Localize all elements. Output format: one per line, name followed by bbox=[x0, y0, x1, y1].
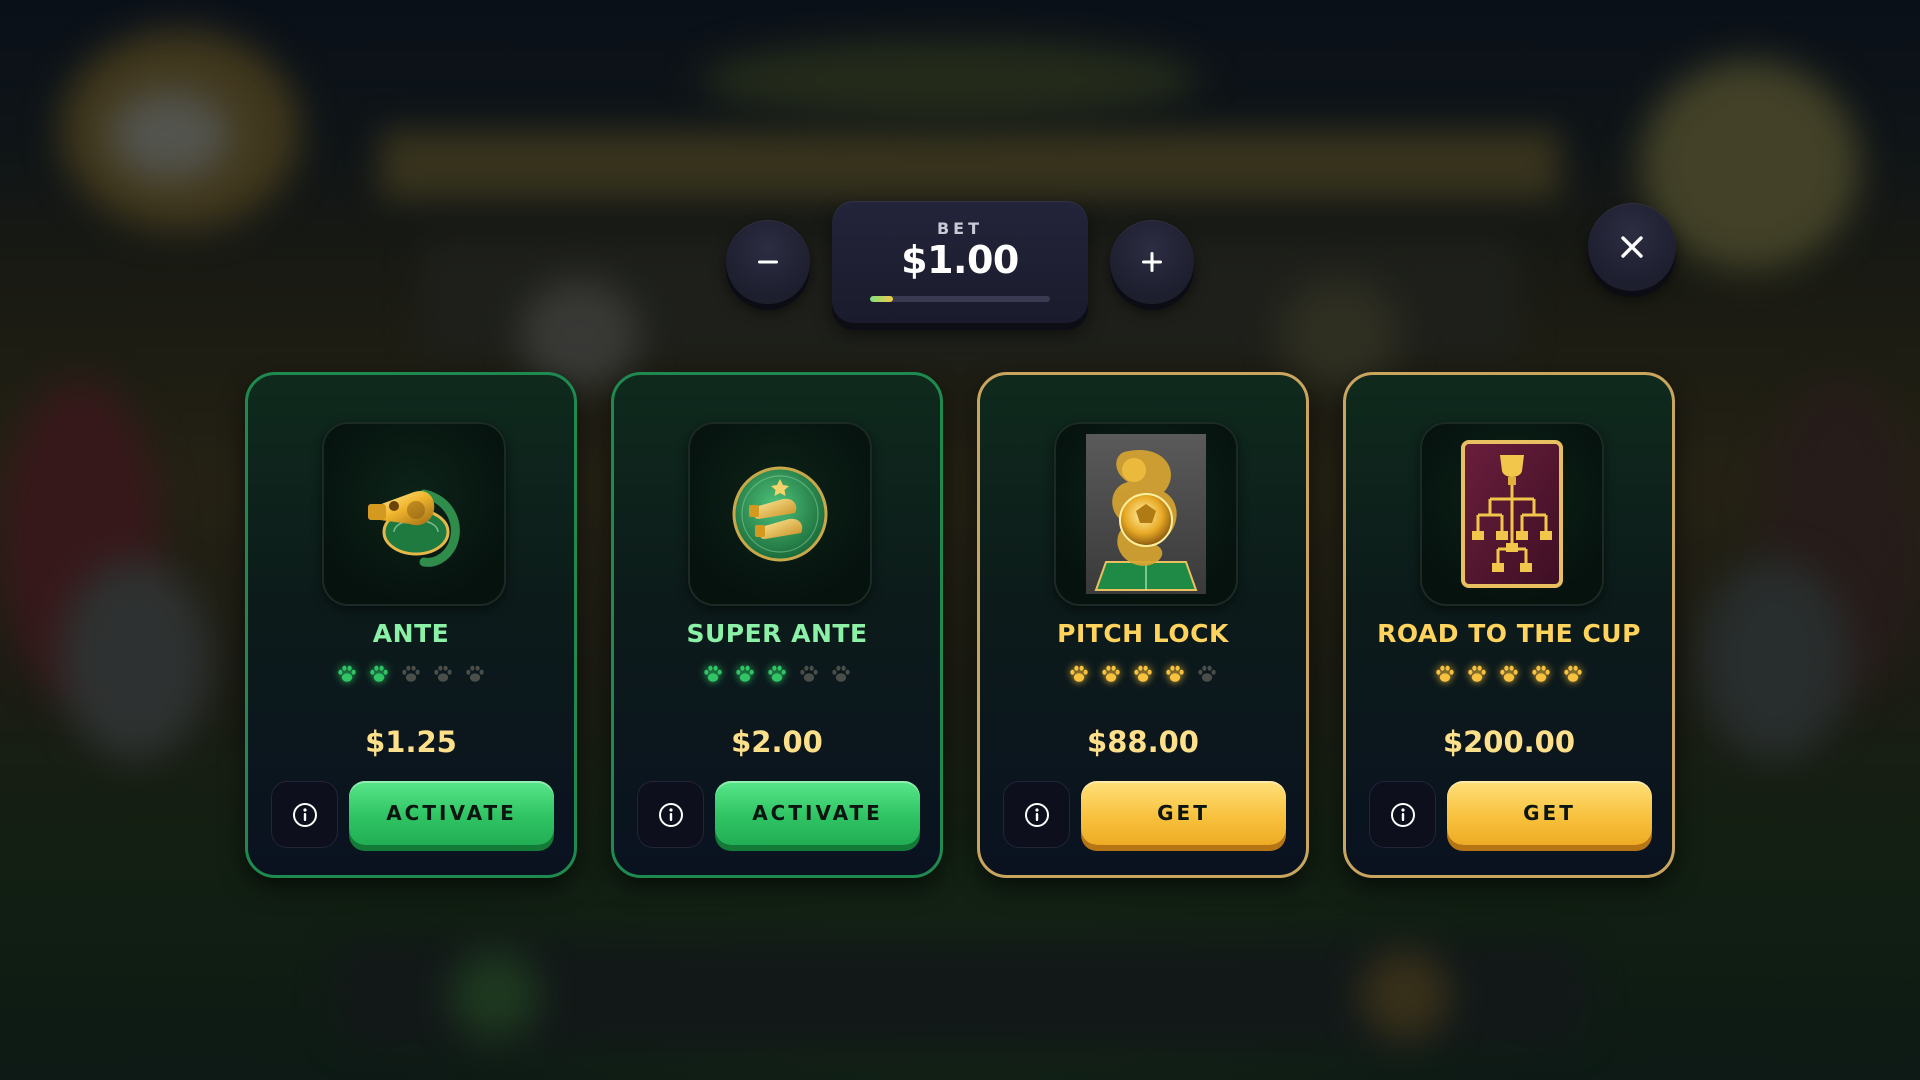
feature-card-road-to-the-cup: ROAD TO THE CUP $200.00 GET bbox=[1343, 372, 1675, 878]
close-button[interactable] bbox=[1588, 203, 1676, 291]
feature-title: ROAD TO THE CUP bbox=[1377, 619, 1641, 648]
feature-price: $200.00 bbox=[1442, 725, 1576, 759]
plus-icon bbox=[1142, 252, 1162, 272]
feature-title: ANTE bbox=[372, 619, 450, 648]
feature-card-ante: ANTE $1.25 ACTIVATE bbox=[245, 372, 577, 878]
paw-filled-icon bbox=[1564, 665, 1582, 682]
feature-image-frame bbox=[1054, 422, 1238, 606]
paw-filled-icon bbox=[1134, 665, 1152, 682]
paw-filled-icon bbox=[1102, 665, 1120, 682]
paw-filled-icon bbox=[736, 665, 754, 682]
paw-filled-icon bbox=[338, 665, 356, 682]
paw-empty-icon bbox=[800, 665, 818, 682]
activate-button[interactable]: ACTIVATE bbox=[715, 781, 920, 845]
feature-title: PITCH LOCK bbox=[1057, 619, 1229, 648]
bet-level-bar bbox=[870, 296, 1050, 302]
feature-card-super-ante: SUPER ANTE $2.00 ACTIVATE bbox=[611, 372, 943, 878]
feature-rating bbox=[248, 664, 574, 684]
paw-filled-icon bbox=[1070, 665, 1088, 682]
feature-image-frame bbox=[322, 422, 506, 606]
paw-empty-icon bbox=[402, 665, 420, 682]
info-icon bbox=[292, 802, 317, 827]
paw-empty-icon bbox=[434, 665, 452, 682]
paw-filled-icon bbox=[768, 665, 786, 682]
info-icon bbox=[658, 802, 683, 827]
paw-empty-icon bbox=[1198, 665, 1216, 682]
trophy-bracket-card-icon bbox=[1461, 440, 1563, 588]
close-icon bbox=[1621, 236, 1643, 258]
feature-price: $88.00 bbox=[1087, 725, 1199, 759]
feature-info-button[interactable] bbox=[1369, 781, 1436, 848]
feature-title: SUPER ANTE bbox=[686, 619, 868, 648]
paw-filled-icon bbox=[1436, 665, 1454, 682]
paw-filled-icon bbox=[370, 665, 388, 682]
increase-bet-button[interactable] bbox=[1110, 220, 1194, 304]
decrease-bet-button[interactable] bbox=[726, 220, 810, 304]
minus-icon bbox=[758, 260, 778, 264]
info-icon bbox=[1390, 802, 1415, 827]
feature-info-button[interactable] bbox=[637, 781, 704, 848]
get-button[interactable]: GET bbox=[1081, 781, 1286, 845]
feature-info-button[interactable] bbox=[1003, 781, 1070, 848]
bet-display: BET $1.00 bbox=[832, 201, 1088, 323]
bet-value: $1.00 bbox=[901, 238, 1019, 282]
paw-empty-icon bbox=[832, 665, 850, 682]
paw-empty-icon bbox=[466, 665, 484, 682]
get-button[interactable]: GET bbox=[1447, 781, 1652, 845]
feature-price: $2.00 bbox=[731, 725, 823, 759]
double-whistle-coin-icon bbox=[732, 466, 828, 562]
paw-filled-icon bbox=[1468, 665, 1486, 682]
paw-filled-icon bbox=[1532, 665, 1550, 682]
whistle-icon bbox=[368, 489, 460, 567]
feature-rating bbox=[1346, 664, 1672, 684]
feature-image-frame bbox=[688, 422, 872, 606]
golden-ball-pitch-card-icon bbox=[1086, 434, 1206, 594]
bet-level-fill bbox=[870, 296, 894, 302]
paw-filled-icon bbox=[1500, 665, 1518, 682]
feature-rating bbox=[980, 664, 1306, 684]
paw-filled-icon bbox=[1166, 665, 1184, 682]
paw-filled-icon bbox=[704, 665, 722, 682]
feature-price: $1.25 bbox=[365, 725, 457, 759]
feature-info-button[interactable] bbox=[271, 781, 338, 848]
feature-rating bbox=[614, 664, 940, 684]
bet-label: BET bbox=[936, 219, 984, 238]
info-icon bbox=[1024, 802, 1049, 827]
activate-button[interactable]: ACTIVATE bbox=[349, 781, 554, 845]
feature-image-frame bbox=[1420, 422, 1604, 606]
feature-card-pitch-lock: PITCH LOCK $88.00 GET bbox=[977, 372, 1309, 878]
